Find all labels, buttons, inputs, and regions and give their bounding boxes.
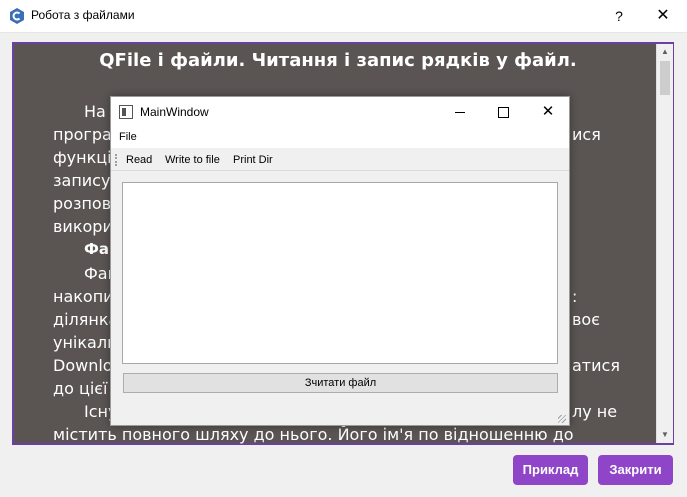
maximize-icon[interactable] (491, 101, 517, 123)
file-content-textarea[interactable] (122, 182, 558, 364)
lesson-line: викори (53, 217, 113, 236)
toolbar: Read Write to file Print Dir (111, 149, 569, 171)
lesson-line: розпов (53, 194, 112, 213)
read-file-button[interactable]: Зчитати файл (123, 373, 558, 393)
lesson-line: функці (53, 148, 112, 167)
window-icon (119, 105, 133, 119)
dialog-close-button[interactable]: ✕ (650, 4, 676, 28)
app-logo-icon (10, 8, 24, 24)
scroll-up-icon[interactable]: ▲ (657, 44, 673, 60)
resize-grip-icon[interactable] (558, 415, 566, 423)
dialog-title: Робота з файлами (31, 8, 135, 22)
main-window-title: MainWindow (140, 105, 209, 119)
lesson-scrollbar[interactable]: ▲ ▼ (656, 44, 673, 443)
main-window-titlebar: MainWindow ✕ (111, 97, 569, 127)
scroll-down-icon[interactable]: ▼ (657, 427, 673, 443)
help-button[interactable]: ? (608, 4, 630, 28)
toolbar-grip-icon[interactable] (115, 154, 119, 166)
lesson-line: запису (53, 171, 111, 190)
main-window: MainWindow ✕ File Read Write to file Pri… (110, 96, 570, 426)
toolbar-print-dir-action[interactable]: Print Dir (233, 154, 273, 166)
lesson-line: містить повного шляху до нього. Його ім'… (53, 425, 574, 444)
lesson-fragment: : (572, 287, 578, 306)
toolbar-write-action[interactable]: Write to file (165, 154, 220, 166)
main-window-close-icon[interactable]: ✕ (535, 101, 561, 123)
scroll-thumb[interactable] (660, 61, 670, 95)
lesson-line: накопи (53, 287, 114, 306)
dialog-titlebar: Робота з файлами ? ✕ (0, 0, 687, 33)
lesson-line: ділянка (53, 310, 119, 329)
close-button[interactable]: Закрити (598, 455, 673, 485)
lesson-fragment: лу не (572, 402, 618, 421)
lesson-line: унікаль (53, 333, 117, 352)
lesson-line: програ (53, 125, 112, 144)
lesson-title: QFile і файли. Читання і запис рядків у … (99, 50, 577, 71)
lesson-fragment: ися (572, 125, 601, 144)
lesson-line: до цієї (53, 379, 108, 398)
example-button[interactable]: Приклад (513, 455, 588, 485)
lesson-line: На (84, 102, 106, 121)
menubar: File (111, 127, 569, 148)
lesson-line: Downlo (53, 356, 113, 375)
toolbar-read-action[interactable]: Read (126, 154, 152, 166)
menu-file[interactable]: File (119, 131, 137, 143)
minimize-icon[interactable] (447, 101, 473, 123)
lesson-fragment: воє (572, 310, 600, 329)
lesson-fragment: атися (572, 356, 620, 375)
